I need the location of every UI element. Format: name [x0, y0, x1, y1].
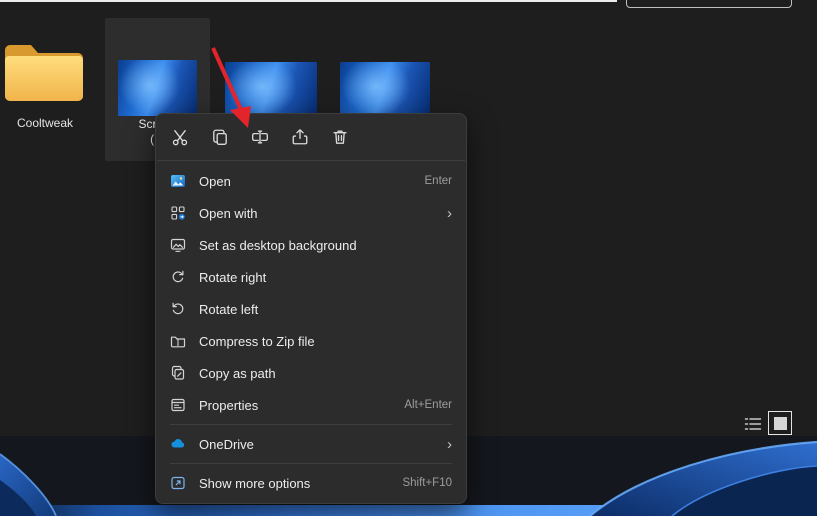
menu-item-label: OneDrive — [199, 437, 435, 452]
image-thumbnail[interactable] — [340, 62, 430, 117]
delete-icon — [331, 128, 349, 146]
menu-separator — [170, 424, 452, 425]
menu-item-open[interactable]: Open Enter — [160, 165, 462, 197]
chevron-right-icon: › — [447, 437, 452, 452]
menu-item-open-with[interactable]: Open with › — [160, 197, 462, 229]
menu-item-label: Rotate right — [199, 270, 452, 285]
large-icons-view-icon — [774, 417, 787, 430]
copy-button[interactable] — [200, 120, 240, 154]
menu-item-label: Properties — [199, 398, 392, 413]
menu-item-shortcut: Shift+F10 — [402, 477, 452, 489]
view-toggles — [744, 411, 794, 437]
show-more-icon — [170, 475, 186, 491]
chevron-right-icon: › — [447, 206, 452, 221]
context-menu: Open Enter Open with › — [155, 113, 467, 504]
photo-icon — [170, 173, 186, 189]
menu-item-rotate-left[interactable]: Rotate left — [160, 293, 462, 325]
details-view-button[interactable] — [744, 416, 762, 437]
image-thumbnail[interactable] — [225, 62, 317, 117]
menu-list: Open Enter Open with › — [156, 161, 466, 503]
rotate-left-icon — [170, 301, 186, 317]
desktop-screen: Cooltweak Screen (1) — [0, 0, 817, 516]
desktop-background-icon — [170, 237, 186, 253]
menu-item-onedrive[interactable]: OneDrive › — [160, 428, 462, 460]
menu-item-rotate-right[interactable]: Rotate right — [160, 261, 462, 293]
menu-item-label: Open — [199, 174, 413, 189]
details-view-icon — [744, 416, 762, 432]
folder-label: Cooltweak — [0, 116, 90, 130]
rename-button[interactable] — [240, 120, 280, 154]
menu-item-label: Show more options — [199, 476, 390, 491]
menu-item-label: Set as desktop background — [199, 238, 452, 253]
properties-icon — [170, 397, 186, 413]
menu-item-label: Copy as path — [199, 366, 452, 381]
menu-item-shortcut: Alt+Enter — [404, 399, 452, 411]
rotate-right-icon — [170, 269, 186, 285]
folder-tile-cooltweak[interactable]: Cooltweak — [0, 34, 90, 138]
zip-folder-icon — [170, 333, 186, 349]
copy-icon — [211, 128, 229, 146]
menu-item-label: Compress to Zip file — [199, 334, 452, 349]
delete-button[interactable] — [320, 120, 360, 154]
open-with-icon — [170, 205, 186, 221]
menu-item-show-more-options[interactable]: Show more options Shift+F10 — [160, 467, 462, 499]
rename-icon — [251, 128, 269, 146]
large-icons-view-button[interactable] — [768, 411, 792, 435]
menu-item-shortcut: Enter — [425, 175, 453, 187]
quick-actions-row — [156, 114, 466, 160]
share-button[interactable] — [280, 120, 320, 154]
copy-path-icon — [170, 365, 186, 381]
share-icon — [291, 128, 309, 146]
image-thumbnail-selected[interactable] — [118, 60, 197, 116]
menu-item-copy-as-path[interactable]: Copy as path — [160, 357, 462, 389]
cut-button[interactable] — [160, 120, 200, 154]
window-top-divider — [0, 0, 617, 2]
menu-item-label: Rotate left — [199, 302, 452, 317]
menu-item-label: Open with — [199, 206, 435, 221]
onedrive-cloud-icon — [170, 436, 186, 452]
menu-separator — [170, 463, 452, 464]
folder-icon — [2, 38, 86, 106]
menu-item-set-as-desktop-background[interactable]: Set as desktop background — [160, 229, 462, 261]
toolbar-fragment-outline — [626, 0, 792, 8]
menu-item-compress-to-zip[interactable]: Compress to Zip file — [160, 325, 462, 357]
menu-item-properties[interactable]: Properties Alt+Enter — [160, 389, 462, 421]
cut-icon — [171, 128, 189, 146]
